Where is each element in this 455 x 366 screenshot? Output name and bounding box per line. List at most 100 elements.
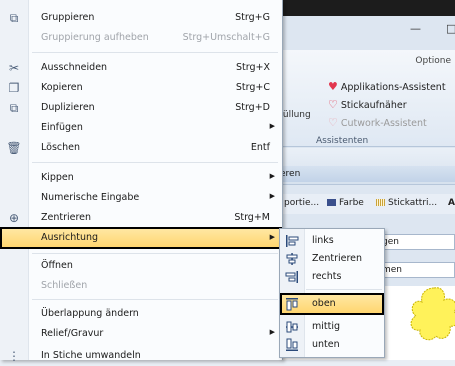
menu-item-shortcut: Entf bbox=[250, 142, 270, 153]
submenu-item-links[interactable]: links bbox=[280, 231, 384, 251]
align-left-icon bbox=[286, 235, 299, 247]
stitch-attr-icon bbox=[376, 199, 385, 206]
tab-optionen[interactable]: Optione bbox=[415, 56, 451, 66]
menu-item-shortcut: Strg+G bbox=[235, 12, 270, 23]
menu-item-zentrieren[interactable]: ⊕ Zentrieren Strg+M bbox=[0, 208, 282, 228]
applikations-assistent-button[interactable]: ♥ Applikations-Assistent bbox=[328, 80, 446, 93]
stickaufnaeher-label: Stickaufnäher bbox=[340, 100, 407, 111]
menu-item-label: Ausrichtung bbox=[41, 232, 99, 243]
stitch-icon: ⋮ bbox=[8, 349, 20, 363]
minimize-button[interactable]: — bbox=[410, 22, 421, 35]
menu-item-schliessen[interactable]: Schließen bbox=[0, 276, 282, 296]
menu-item-ueberlappung-aendern[interactable]: Überlappung ändern bbox=[0, 304, 282, 324]
menu-item-gruppieren[interactable]: ⧉ Gruppieren Strg+G bbox=[0, 8, 282, 28]
menu-item-einfuegen[interactable]: Einfügen ▶ bbox=[0, 118, 282, 138]
panel-header: eren bbox=[268, 166, 455, 182]
align-center-icon bbox=[286, 253, 298, 265]
menu-item-shortcut: Strg+Umschalt+G bbox=[182, 32, 270, 43]
color-icon bbox=[327, 199, 336, 206]
center-icon: ⊕ bbox=[8, 211, 20, 225]
menu-item-numerische-eingabe[interactable]: Numerische Eingabe ▶ bbox=[0, 188, 282, 208]
cutwork-assistent-button[interactable]: ♡ Cutwork-Assistent bbox=[328, 116, 427, 129]
menu-item-kopieren[interactable]: ❐ Kopieren Strg+C bbox=[0, 78, 282, 98]
submenu-item-label: links bbox=[312, 235, 334, 246]
menu-item-label: Gruppieren bbox=[41, 12, 95, 23]
heart-outline-icon: ♡ bbox=[328, 98, 338, 111]
copy-icon: ❐ bbox=[8, 81, 20, 95]
menu-item-shortcut: Strg+D bbox=[235, 102, 270, 113]
menu-item-kippen[interactable]: Kippen ▶ bbox=[0, 168, 282, 188]
menu-separator bbox=[32, 52, 278, 53]
menu-item-label: Überlappung ändern bbox=[41, 308, 139, 319]
menu-item-label: Löschen bbox=[41, 142, 80, 153]
submenu-item-oben[interactable]: oben bbox=[280, 293, 384, 315]
menu-separator bbox=[32, 299, 278, 300]
submenu-item-label: mittig bbox=[312, 321, 341, 332]
submenu-item-rechts[interactable]: rechts bbox=[280, 267, 384, 287]
trash-icon: 🗑 bbox=[6, 141, 22, 155]
align-submenu: links Zentrieren rechts oben mittig unte… bbox=[279, 228, 385, 358]
menu-item-ausschneiden[interactable]: ✂ Ausschneiden Strg+X bbox=[0, 58, 282, 78]
import-button[interactable]: portie... bbox=[284, 198, 319, 208]
menu-item-shortcut: Strg+C bbox=[235, 82, 270, 93]
submenu-arrow-icon: ▶ bbox=[269, 328, 275, 336]
context-menu: ⧉ Gruppieren Strg+G Gruppierung aufheben… bbox=[0, 0, 283, 363]
align-top-icon bbox=[286, 298, 298, 311]
farbe-label: Farbe bbox=[339, 198, 364, 208]
menu-item-gruppierung-aufheben[interactable]: Gruppierung aufheben Strg+Umschalt+G bbox=[0, 28, 282, 48]
submenu-item-zentrieren[interactable]: Zentrieren bbox=[280, 249, 384, 269]
stickattribute-label: Stickattri... bbox=[388, 198, 438, 208]
menu-item-label: Schließen bbox=[41, 280, 88, 291]
panel-field-2[interactable]: men bbox=[378, 262, 455, 278]
menu-item-duplizieren[interactable]: ⧉ Duplizieren Strg+D bbox=[0, 98, 282, 118]
cutwork-heart-icon: ♡ bbox=[328, 116, 338, 129]
menu-item-label: Duplizieren bbox=[41, 102, 95, 113]
menu-item-label: Öffnen bbox=[41, 260, 73, 271]
menu-item-label: Zentrieren bbox=[41, 212, 92, 223]
align-right-icon bbox=[285, 271, 298, 283]
submenu-item-label: unten bbox=[312, 339, 340, 350]
menu-item-shortcut: Strg+M bbox=[234, 212, 270, 223]
menu-separator bbox=[32, 162, 278, 163]
menu-item-ausrichtung[interactable]: Ausrichtung ▶ bbox=[0, 227, 282, 249]
menu-item-label: Ausschneiden bbox=[41, 62, 108, 73]
submenu-item-unten[interactable]: unten bbox=[280, 335, 384, 355]
panel-more-label: A bbox=[448, 198, 455, 208]
maximize-button[interactable]: □ bbox=[446, 22, 455, 35]
menu-item-in-stiche-umwandeln[interactable]: ⋮ In Stiche umwandeln bbox=[0, 346, 282, 366]
stickaufnaeher-button[interactable]: ♡ Stickaufnäher bbox=[328, 98, 407, 111]
menu-item-label: Kopieren bbox=[41, 82, 83, 93]
submenu-arrow-icon: ▶ bbox=[269, 233, 275, 241]
stickattribute-button[interactable]: Stickattri... bbox=[376, 198, 437, 208]
ribbon-group-label: Assistenten bbox=[316, 136, 369, 146]
menu-item-label: In Stiche umwandeln bbox=[41, 350, 141, 361]
submenu-item-label: oben bbox=[312, 298, 336, 309]
menu-item-oeffnen[interactable]: Öffnen bbox=[0, 256, 282, 276]
menu-separator bbox=[32, 253, 278, 254]
group-icon: ⧉ bbox=[9, 11, 19, 25]
cutwork-assistent-label: Cutwork-Assistent bbox=[340, 118, 427, 129]
submenu-arrow-icon: ▶ bbox=[269, 122, 275, 130]
farbe-button[interactable]: Farbe bbox=[327, 198, 364, 208]
menu-item-label: Numerische Eingabe bbox=[41, 192, 140, 203]
applikations-assistent-label: Applikations-Assistent bbox=[340, 82, 446, 93]
menu-item-loeschen[interactable]: 🗑 Löschen Entf bbox=[0, 138, 282, 158]
menu-item-label: Kippen bbox=[41, 172, 74, 183]
duplicate-icon: ⧉ bbox=[9, 101, 19, 115]
submenu-arrow-icon: ▶ bbox=[269, 172, 275, 180]
align-middle-icon bbox=[286, 321, 298, 333]
menu-item-shortcut: Strg+X bbox=[236, 62, 270, 73]
submenu-item-label: rechts bbox=[312, 271, 342, 282]
panel-field-1[interactable]: gen bbox=[378, 234, 455, 250]
menu-item-label: Gruppierung aufheben bbox=[41, 32, 149, 43]
flower-shape[interactable] bbox=[408, 284, 455, 346]
heart-icon: ♥ bbox=[328, 80, 338, 93]
menu-item-label: Relief/Gravur bbox=[41, 328, 104, 339]
submenu-item-label: Zentrieren bbox=[312, 253, 363, 264]
align-bottom-icon bbox=[286, 338, 298, 351]
submenu-arrow-icon: ▶ bbox=[269, 192, 275, 200]
menu-item-label: Einfügen bbox=[41, 122, 83, 133]
panel-more-button[interactable]: A bbox=[448, 198, 455, 208]
menu-item-relief-gravur[interactable]: Relief/Gravur ▶ bbox=[0, 324, 282, 344]
submenu-item-mittig[interactable]: mittig bbox=[280, 317, 384, 337]
